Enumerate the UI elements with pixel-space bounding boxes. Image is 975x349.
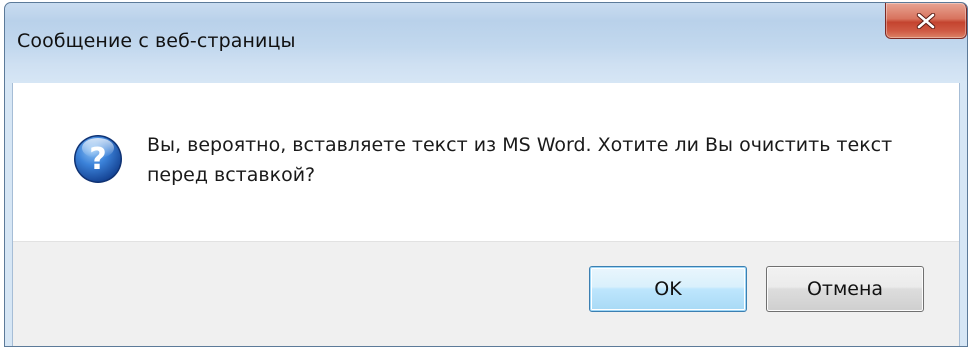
button-bar: OK Отмена (13, 241, 959, 346)
title-bar[interactable]: Сообщение с веб-страницы (5, 3, 967, 83)
ok-button[interactable]: OK (589, 266, 747, 312)
close-icon (916, 12, 936, 29)
dialog-window: Сообщение с веб-страницы ? Вы, вероятно,… (4, 2, 968, 347)
message-area: ? Вы, вероятно, вставляете текст из MS W… (13, 83, 959, 241)
svg-text:?: ? (89, 142, 106, 177)
cancel-button[interactable]: Отмена (766, 266, 924, 312)
question-icon: ? (74, 135, 122, 183)
dialog-body: ? Вы, вероятно, вставляете текст из MS W… (12, 83, 960, 346)
dialog-title: Сообщение с веб-страницы (17, 30, 296, 52)
close-button[interactable] (885, 3, 967, 39)
dialog-message: Вы, вероятно, вставляете текст из MS Wor… (147, 134, 893, 186)
